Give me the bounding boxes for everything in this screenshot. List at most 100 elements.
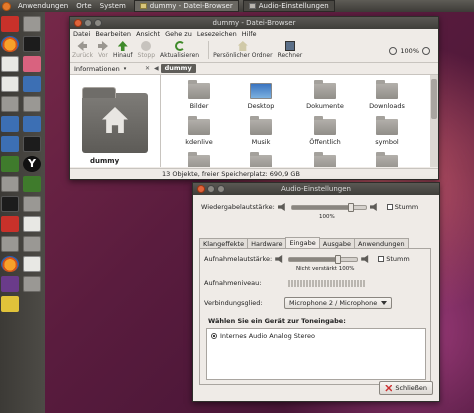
computer-label: Rechner xyxy=(277,52,303,59)
menu-system[interactable]: System xyxy=(100,2,126,10)
input-level-label: Aufnahmeniveau: xyxy=(204,279,262,287)
app-launcher-icon[interactable] xyxy=(1,296,19,312)
screen-launcher-icon[interactable] xyxy=(23,36,41,52)
menu-help[interactable]: Hilfe xyxy=(242,30,257,38)
file-item[interactable]: symbol xyxy=(357,116,417,146)
mail-launcher-icon[interactable] xyxy=(1,76,19,92)
settings-launcher-icon[interactable] xyxy=(1,236,19,252)
forward-button[interactable]: Vor xyxy=(97,41,108,59)
zoom-in-icon[interactable] xyxy=(422,47,430,55)
scrollbar-thumb[interactable] xyxy=(431,79,437,119)
close-button[interactable]: Schließen xyxy=(379,381,433,395)
monitor-launcher-icon[interactable] xyxy=(1,196,19,212)
file-item[interactable]: Öffentlich xyxy=(295,116,355,146)
folder-icon xyxy=(188,80,210,99)
transfer-launcher-icon[interactable] xyxy=(1,156,19,172)
device-name: Internes Audio Analog Stereo xyxy=(220,332,315,340)
status-bar: 13 Objekte, freier Speicherplatz: 690,9 … xyxy=(70,168,438,179)
menu-edit[interactable]: Bearbeiten xyxy=(95,30,131,38)
network-launcher-icon[interactable] xyxy=(1,136,19,152)
input-volume-caption: Nicht verstärkt 100% xyxy=(296,266,355,272)
output-mute-checkbox[interactable] xyxy=(386,204,393,210)
archive-launcher-icon[interactable] xyxy=(23,76,41,92)
disk-launcher-icon[interactable] xyxy=(23,96,41,112)
drive-launcher-icon[interactable] xyxy=(23,276,41,292)
menu-bookmarks[interactable]: Lesezeichen xyxy=(197,30,237,38)
tools-launcher-icon[interactable] xyxy=(23,196,41,212)
file-item[interactable]: Dokumente xyxy=(295,80,355,110)
zoom-level: 100% xyxy=(400,47,419,55)
menu-file[interactable]: Datei xyxy=(73,30,90,38)
console-launcher-icon[interactable] xyxy=(23,136,41,152)
file-item[interactable]: kdenlive xyxy=(169,116,229,146)
menu-places[interactable]: Orte xyxy=(76,2,91,10)
calendar-launcher-icon[interactable] xyxy=(23,216,41,232)
folder-icon xyxy=(376,152,398,167)
file-browser-titlebar[interactable]: dummy - Datei-Browser xyxy=(70,17,438,29)
zoom-control: 100% xyxy=(389,47,430,55)
file-item[interactable]: Musik xyxy=(231,116,291,146)
file-item[interactable]: Downloads xyxy=(357,80,417,110)
gear-launcher-icon[interactable] xyxy=(23,236,41,252)
file-item[interactable] xyxy=(169,152,229,167)
youtube-launcher-icon[interactable] xyxy=(1,16,19,32)
menu-applications[interactable]: Anwendungen xyxy=(18,2,68,10)
breadcrumb: ◀ dummy xyxy=(154,64,196,73)
image-launcher-icon[interactable] xyxy=(1,116,19,132)
firefox-launcher-icon[interactable] xyxy=(1,36,19,52)
power-launcher-icon[interactable] xyxy=(23,16,41,32)
connector-dropdown[interactable]: Microphone 2 / Microphone xyxy=(284,297,393,309)
back-button[interactable]: Zurück xyxy=(72,41,93,59)
file-name: symbol xyxy=(375,138,399,146)
breadcrumb-current[interactable]: dummy xyxy=(160,64,196,73)
vertical-scrollbar[interactable] xyxy=(430,75,438,167)
output-volume-knob[interactable] xyxy=(347,202,354,212)
taskbar-audio-settings[interactable]: Audio-Einstellungen xyxy=(242,0,335,12)
cancel-launcher-icon[interactable] xyxy=(23,56,41,72)
file-item[interactable] xyxy=(357,152,417,167)
reload-button[interactable]: Aktualisieren xyxy=(160,41,199,59)
output-volume-pct: 100% xyxy=(319,214,335,220)
audio-titlebar[interactable]: Audio-Einstellungen xyxy=(193,183,439,195)
terminal-launcher-icon[interactable] xyxy=(1,96,19,112)
input-volume-slider[interactable] xyxy=(288,254,359,264)
device-radio[interactable] xyxy=(211,333,217,339)
input-mute-checkbox[interactable] xyxy=(378,256,385,262)
up-button[interactable]: Hinauf xyxy=(113,41,133,59)
file-item[interactable]: Desktop xyxy=(231,83,291,110)
zoom-out-icon[interactable] xyxy=(389,47,398,55)
home-button[interactable]: Persönlicher Ordner xyxy=(213,41,273,59)
computer-button[interactable]: Rechner xyxy=(277,41,303,59)
image-folder-icon xyxy=(250,83,272,99)
menu-view[interactable]: Ansicht xyxy=(136,30,160,38)
breadcrumb-left-arrow-icon[interactable]: ◀ xyxy=(154,65,159,72)
menubar: Datei Bearbeiten Ansicht Gehe zu Lesezei… xyxy=(70,29,438,39)
output-volume-slider[interactable] xyxy=(290,202,367,212)
info-side-pane: dummy xyxy=(70,75,161,167)
chat-launcher-icon[interactable] xyxy=(1,176,19,192)
taskbar-file-browser[interactable]: dummy - Datei-Browser xyxy=(133,0,239,12)
hp-launcher-icon[interactable] xyxy=(23,116,41,132)
device-option[interactable]: Internes Audio Analog Stereo xyxy=(211,332,315,340)
menu-go[interactable]: Gehe zu xyxy=(165,30,192,38)
input-volume-label: Aufnahmelautstärke: xyxy=(204,255,273,263)
input-volume-knob[interactable] xyxy=(335,254,342,264)
game-launcher-icon[interactable] xyxy=(1,216,19,232)
yahoo-launcher-icon[interactable]: Y xyxy=(23,156,41,172)
close-side-pane-icon[interactable]: ✕ xyxy=(145,65,150,72)
chart-launcher-icon[interactable] xyxy=(23,256,41,272)
file-item[interactable] xyxy=(231,152,291,167)
file-item[interactable]: Bilder xyxy=(169,80,229,110)
file-item[interactable] xyxy=(295,152,355,167)
mushroom-launcher-icon[interactable] xyxy=(1,256,19,272)
window-title: Audio-Einstellungen xyxy=(280,185,351,193)
document-launcher-icon[interactable] xyxy=(1,56,19,72)
input-level-meter xyxy=(288,279,365,287)
launcher-panel: Y xyxy=(0,12,45,413)
media-launcher-icon[interactable] xyxy=(1,276,19,292)
side-pane-selector[interactable]: Informationen ▾ ✕ xyxy=(74,65,154,73)
ubuntu-logo-icon[interactable] xyxy=(2,1,11,11)
file-grid: Bilder Desktop Dokumente Downloads kdenl… xyxy=(161,75,438,167)
stop-button[interactable]: Stopp xyxy=(138,41,155,59)
matrix-launcher-icon[interactable] xyxy=(23,176,41,192)
